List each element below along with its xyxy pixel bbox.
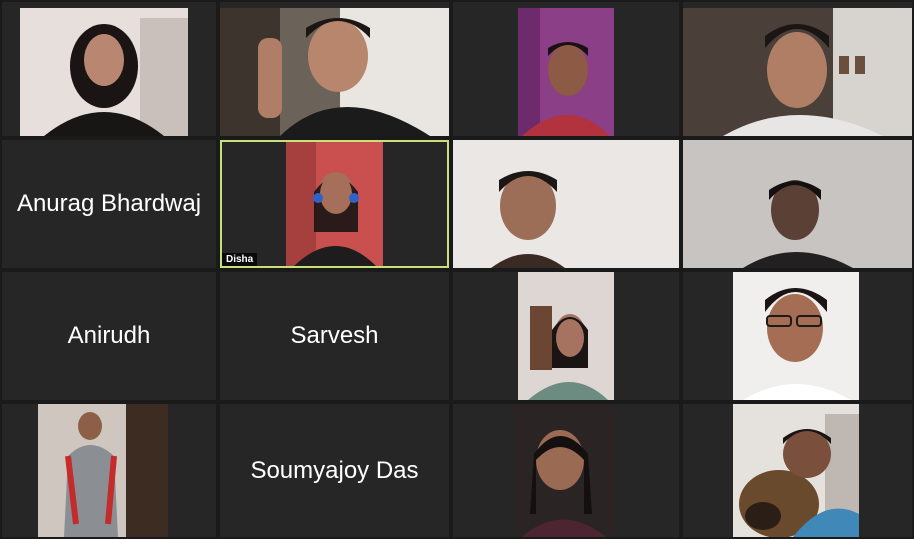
participant-video	[518, 272, 614, 400]
participant-tile-11[interactable]	[453, 272, 679, 400]
participant-video	[683, 140, 912, 268]
participant-name: Sarvesh	[290, 322, 379, 349]
participant-name: Soumyajoy Das	[250, 456, 419, 484]
gallery-grid: Anurag Bhardwaj Disha Anirudh Sarvesh So…	[0, 0, 914, 539]
participant-video	[220, 8, 449, 136]
participant-video	[518, 8, 614, 136]
participant-tile-5[interactable]: Anurag Bhardwaj	[2, 140, 216, 268]
participant-name-label: Disha	[222, 253, 258, 266]
participant-video	[683, 8, 912, 136]
participant-tile-13[interactable]	[2, 404, 216, 537]
participant-tile-7[interactable]	[453, 140, 679, 268]
participant-tile-8[interactable]	[683, 140, 912, 268]
participant-tile-15[interactable]	[453, 404, 679, 537]
participant-video	[453, 140, 679, 268]
participant-video	[733, 404, 859, 537]
participant-tile-6[interactable]: Disha	[220, 140, 449, 268]
participant-tile-16[interactable]	[683, 404, 912, 537]
participant-tile-10[interactable]: Sarvesh	[220, 272, 449, 400]
participant-tile-12[interactable]	[683, 272, 912, 400]
participant-tile-9[interactable]: Anirudh	[2, 272, 216, 400]
participant-tile-2[interactable]	[220, 2, 449, 136]
participant-tile-1[interactable]	[2, 2, 216, 136]
participant-name: Anurag Bhardwaj	[16, 190, 202, 217]
participant-video	[20, 8, 188, 136]
participant-video	[733, 272, 859, 400]
participant-tile-14[interactable]: Soumyajoy Das	[220, 404, 449, 537]
participant-tile-4[interactable]	[683, 2, 912, 136]
participant-video	[286, 142, 383, 266]
participant-video	[514, 404, 614, 537]
participant-video	[38, 404, 168, 537]
participant-name: Anirudh	[67, 322, 151, 349]
participant-tile-3[interactable]	[453, 2, 679, 136]
